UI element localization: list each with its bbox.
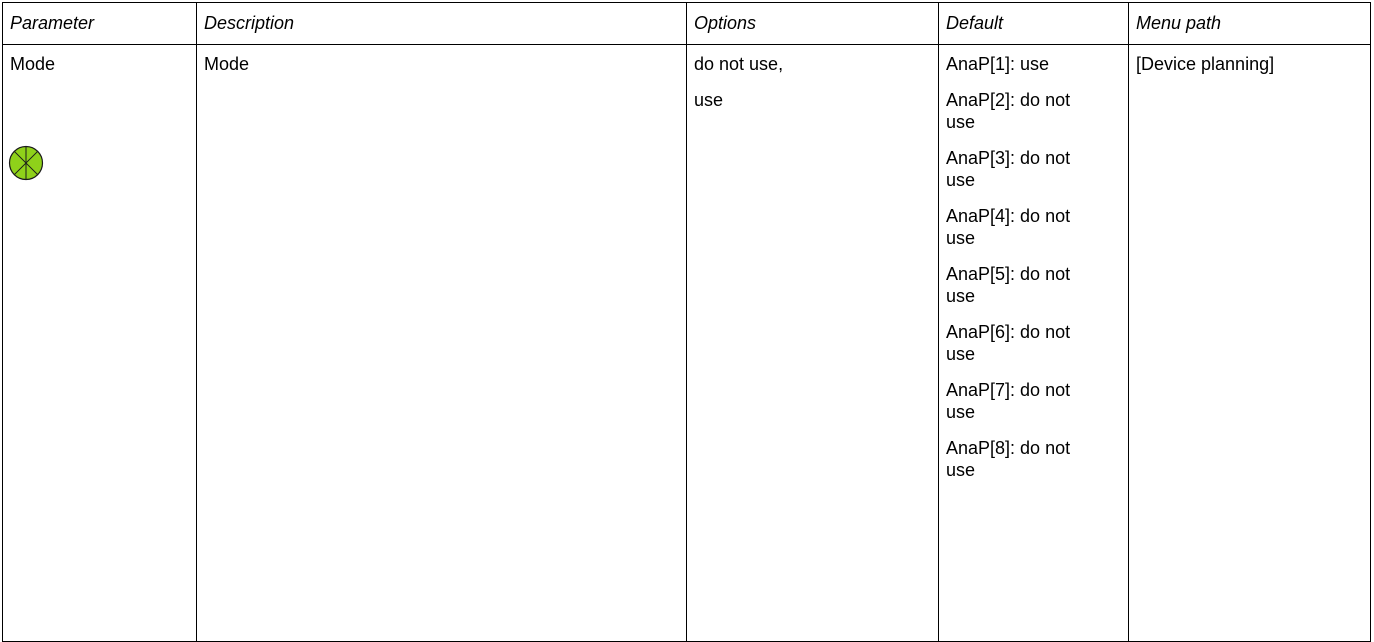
header-menu-path: Menu path [1128,2,1371,45]
default-entry: AnaP[1]: use [946,54,1050,74]
default-entry: AnaP[3]: do not use [946,148,1071,190]
parameter-table: Parameter Description Options Default Me… [2,2,1371,642]
table-header-row: Parameter Description Options Default Me… [2,2,1371,45]
default-entry: AnaP[8]: do not use [946,438,1071,480]
menu-path-text: [Device planning] [1136,54,1275,74]
menu-path-cell: [Device planning] [1128,44,1371,642]
default-entry: AnaP[7]: do not use [946,380,1071,422]
device-planning-icon [8,145,44,181]
description-text: Mode [204,54,250,74]
option-item: do not use, [694,54,784,74]
default-entry: AnaP[2]: do not use [946,90,1071,132]
option-item: use [694,90,724,110]
parameter-cell: Mode [2,44,197,642]
parameter-name: Mode [10,54,56,74]
header-default: Default [938,2,1129,45]
header-parameter: Parameter [2,2,197,45]
header-options: Options [686,2,939,45]
default-entry: AnaP[5]: do not use [946,264,1071,306]
header-description: Description [196,2,687,45]
description-cell: Mode [196,44,687,642]
options-cell: do not use, use [686,44,939,642]
default-cell: AnaP[1]: use AnaP[2]: do not use AnaP[3]… [938,44,1129,642]
table-row: Mode Mode do not use, use AnaP[1]: use A… [2,44,1371,642]
default-entry: AnaP[4]: do not use [946,206,1071,248]
default-entry: AnaP[6]: do not use [946,322,1071,364]
